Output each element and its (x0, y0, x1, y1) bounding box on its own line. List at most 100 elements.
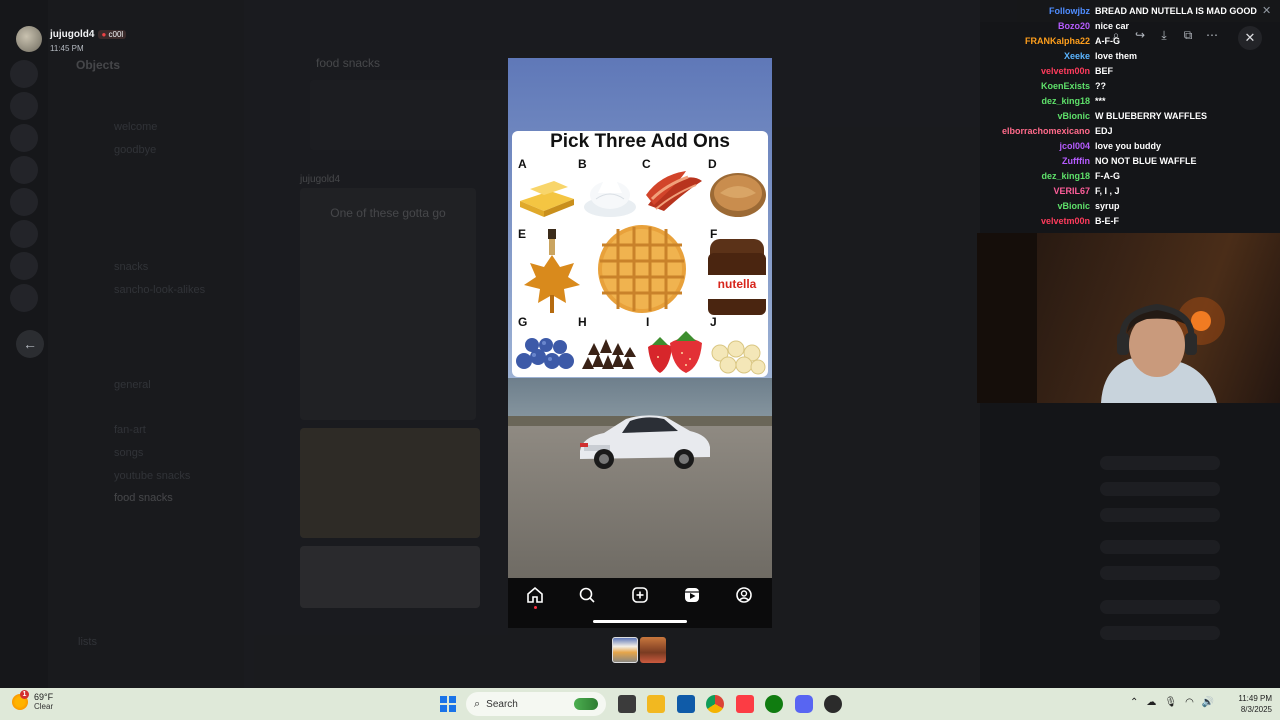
reels-icon[interactable] (683, 586, 701, 604)
music-icon[interactable] (736, 695, 754, 713)
thumbnail[interactable] (640, 637, 666, 663)
taskbar-search[interactable]: ⌕ Search (466, 692, 606, 716)
bg-channel: fan-art (114, 424, 146, 436)
graphic-title: Pick Three Add Ons (550, 131, 730, 152)
windows-taskbar: 1 69°F Clear ⌕ Search ⌃ ☁ 🎙 ◠ 🔊 11:49 PM… (0, 688, 1280, 720)
user-badge: ● c00l (98, 30, 127, 39)
chat-text: nice car (1095, 21, 1130, 31)
bg-server-icon (10, 60, 38, 88)
xbox-icon[interactable] (765, 695, 783, 713)
clock-date: 8/3/2025 (1240, 705, 1272, 714)
discord-icon[interactable] (795, 695, 813, 713)
chat-text: NO NOT BLUE WAFFLE (1095, 156, 1197, 166)
weather-widget[interactable]: 1 69°F Clear (12, 690, 54, 712)
media-thumbnails (612, 637, 666, 663)
chat-message: VERIL67 F, I , J (960, 184, 1280, 199)
chrome-icon[interactable] (706, 695, 724, 713)
weather-temperature: 69°F (34, 692, 54, 702)
add-ons-graphic: Pick Three Add Ons A B C D E F nutella G… (512, 131, 768, 377)
bg-image-preview (300, 546, 480, 608)
thumbnail-active[interactable] (612, 637, 638, 663)
butter-image (520, 181, 574, 217)
file-explorer-icon[interactable] (647, 695, 665, 713)
bg-server-icon (10, 188, 38, 216)
car-image (580, 415, 710, 469)
task-view-icon[interactable] (618, 695, 636, 713)
chat-username: FRANKalpha22 (1024, 36, 1090, 46)
bg-server-name: Objects (76, 58, 121, 72)
profile-icon[interactable] (735, 586, 753, 604)
bg-channel: goodbye (114, 144, 157, 156)
chat-message: Followjbz BREAD AND NUTELLA IS MAD GOOD (960, 4, 1280, 19)
bg-image-preview (300, 428, 480, 538)
chat-username: Xeeke (1063, 51, 1090, 61)
chat-username: vBionic (1057, 201, 1090, 211)
post-timestamp: 11:45 PM (50, 44, 84, 53)
chat-text: A-F-G (1095, 36, 1120, 46)
chocolate-chips-image (582, 339, 636, 369)
clock-time: 11:49 PM (1238, 694, 1272, 703)
store-icon[interactable] (677, 695, 695, 713)
bg-member (1100, 566, 1220, 580)
blueberries-image (516, 338, 574, 369)
start-button[interactable] (440, 696, 456, 712)
cloud-icon[interactable]: ☁ (1146, 697, 1156, 708)
create-icon[interactable] (631, 586, 649, 604)
nutella-image: nutella (708, 239, 766, 315)
option-letter: A (518, 157, 527, 171)
chat-text: BEF (1095, 66, 1113, 76)
bg-channel: snacks (114, 261, 149, 273)
username[interactable]: jujugold4 (50, 29, 94, 40)
bg-server-icon (10, 92, 38, 120)
windows-logo-icon (440, 705, 447, 712)
windows-logo-icon (449, 705, 456, 712)
chat-username: Zufffin (1062, 156, 1090, 166)
nutella-label: nutella (717, 277, 757, 291)
system-tray: ⌃ ☁ 🎙 ◠ 🔊 (1130, 697, 1214, 708)
bg-channel-title: food snacks (316, 56, 381, 70)
bg-channel-active: food snacks (114, 492, 173, 504)
option-letter: I (646, 315, 650, 329)
option-letter: H (578, 315, 587, 329)
chat-message: KoenExists?? (960, 79, 1280, 94)
chat-text: EDJ (1095, 126, 1113, 136)
taskbar-clock[interactable]: 11:49 PM 8/3/2025 (1228, 693, 1272, 715)
chat-username: Bozo20 (1057, 21, 1090, 31)
whipped-cream-image (584, 167, 636, 217)
bg-channel: youtube snacks (114, 470, 191, 482)
chat-message: Zufffin NO NOT BLUE WAFFLE (960, 154, 1280, 169)
screen: Objects Objects welcome goodbye snacks s… (0, 0, 1280, 688)
bg-channel: lists (78, 636, 97, 648)
author-details: jujugold4 ● c00l 11:45 PM (50, 24, 127, 53)
media-author[interactable]: jujugold4 ● c00l 11:45 PM (16, 24, 127, 53)
weather-condition: Clear (34, 702, 54, 711)
previous-media-button[interactable]: ← (16, 330, 44, 358)
webcam-feed (977, 233, 1280, 403)
media-video[interactable]: Pick Three Add Ons A B C D E F nutella G… (508, 58, 772, 628)
volume-icon[interactable]: 🔊 (1202, 697, 1214, 708)
bg-member (1100, 482, 1220, 496)
app-bottom-nav (508, 578, 772, 628)
chat-text: B-E-F (1095, 216, 1119, 226)
weather-alert-badge: 1 (20, 690, 29, 699)
avatar[interactable] (16, 25, 42, 52)
bg-server-icon (10, 156, 38, 184)
option-letter: J (710, 315, 717, 329)
chat-message: Xeeke love them (960, 49, 1280, 64)
search-icon[interactable] (578, 586, 596, 604)
microphone-icon[interactable]: 🎙 (1164, 697, 1177, 708)
chat-message: vBionic W BLUEBERRY WAFFLES (960, 109, 1280, 124)
chat-text: syrup (1095, 201, 1120, 211)
obs-icon[interactable] (824, 695, 842, 713)
option-letter: G (518, 315, 528, 329)
waffle-image (598, 225, 686, 313)
chat-text: love them (1095, 51, 1138, 61)
home-icon[interactable] (526, 586, 544, 604)
maple-syrup-image (524, 229, 580, 313)
wifi-icon[interactable]: ◠ (1185, 697, 1194, 708)
chat-message: vBionic syrup (960, 199, 1280, 214)
bg-member (1100, 540, 1220, 554)
chevron-up-icon[interactable]: ⌃ (1130, 697, 1138, 708)
bg-channel: sancho-look-alikes (114, 284, 206, 296)
chat-username: vBionic (1057, 111, 1090, 121)
